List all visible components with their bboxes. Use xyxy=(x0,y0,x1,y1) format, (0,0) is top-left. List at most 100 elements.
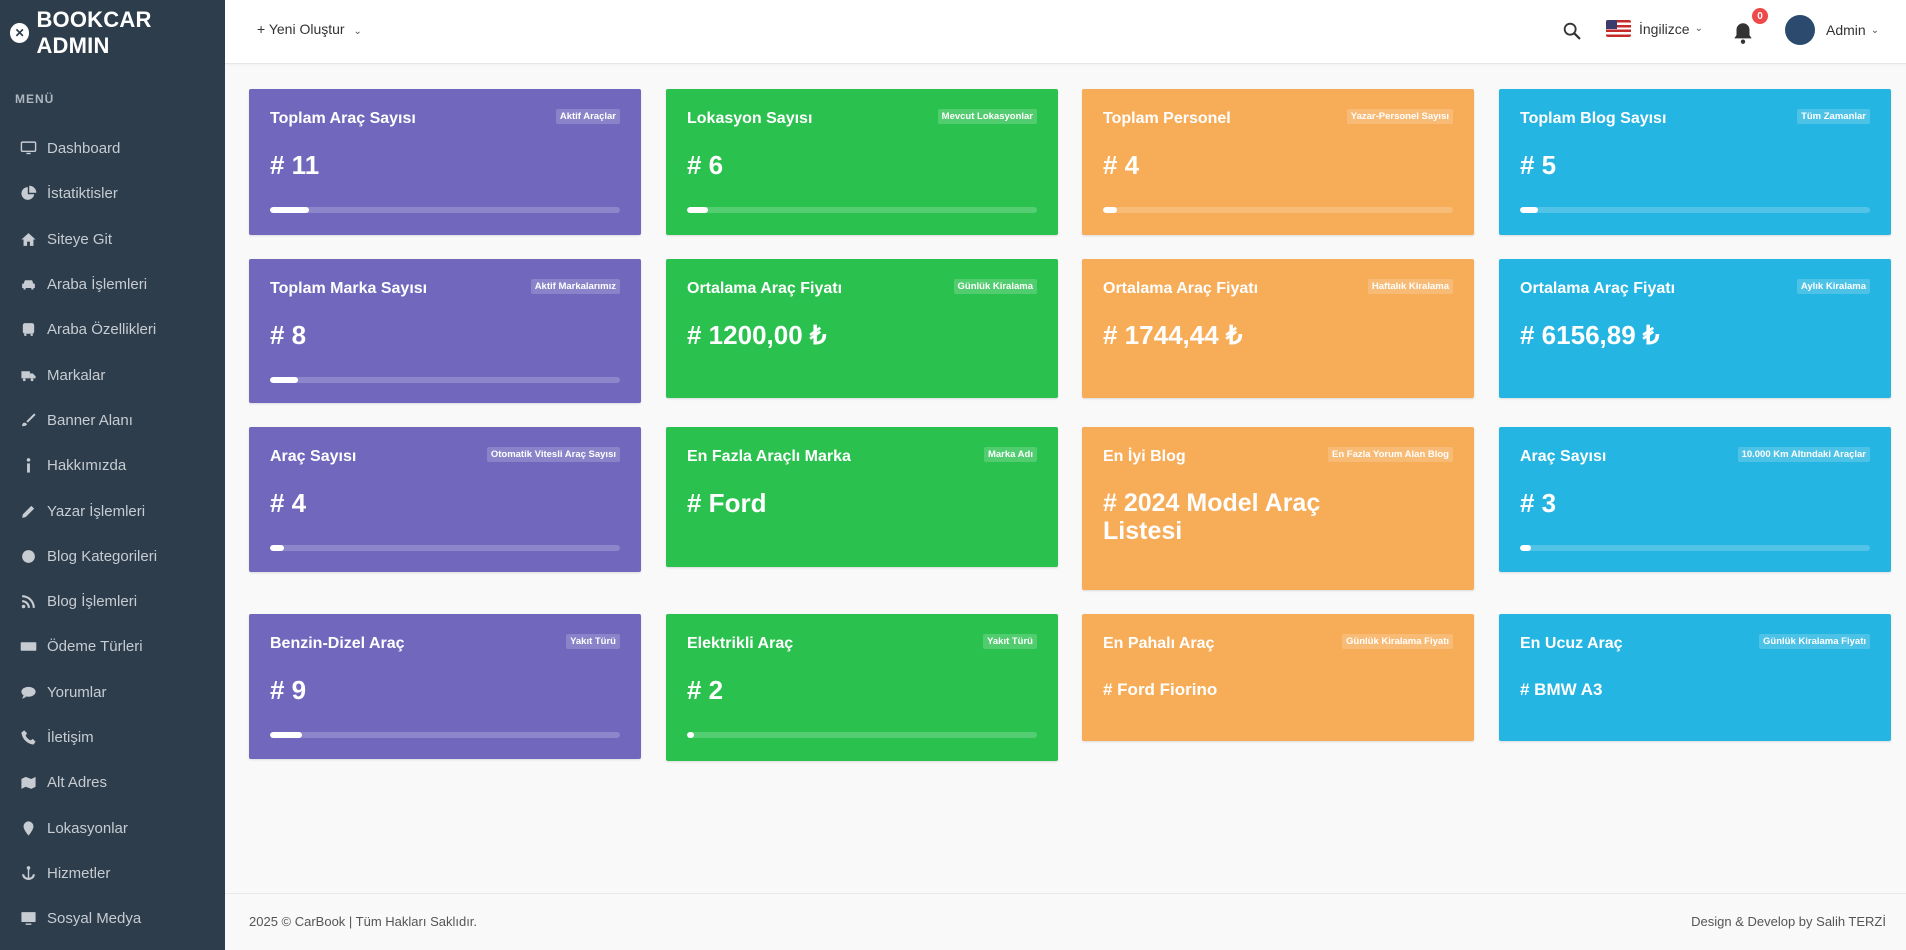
language-selector[interactable]: İngilizce ⌄ xyxy=(1606,20,1703,37)
sidebar-item-label: Araba İşlemleri xyxy=(47,276,148,294)
sidebar-item-dashboard[interactable]: Dashboard xyxy=(0,126,225,171)
card-progress-fill xyxy=(1103,207,1117,213)
card-progress-bar xyxy=(687,207,1037,213)
sidebar-item-sosyal-medya[interactable]: Sosyal Medya xyxy=(0,896,225,941)
sidebar-item-araba-i̇şlemleri[interactable]: Araba İşlemleri xyxy=(0,262,225,307)
card-badge: Günlük Kiralama Fiyatı xyxy=(1342,634,1453,649)
card-progress-bar xyxy=(270,732,620,738)
card-badge: Marka Adı xyxy=(983,447,1037,462)
card-value: # 2 xyxy=(687,675,724,705)
card-value: # 4 xyxy=(1103,150,1140,180)
sidebar-item-i̇letişim[interactable]: İletişim xyxy=(0,715,225,760)
sidebar: ✕ BOOKCAR ADMIN MENÜ Dashboard İstatiktis… xyxy=(0,0,225,950)
sidebar-item-ödeme-türleri[interactable]: Ödeme Türleri xyxy=(0,624,225,669)
sidebar-item-label: Hakkımızda xyxy=(47,457,127,475)
sidebar-item-alt-adres[interactable]: Alt Adres xyxy=(0,760,225,805)
card-title: En Ucuz Araç xyxy=(1520,635,1623,652)
card-value: # 2024 Model Araç Listesi xyxy=(1103,489,1321,545)
card-title: Toplam Marka Sayısı xyxy=(270,280,428,297)
sidebar-item-yazar-i̇şlemleri[interactable]: Yazar İşlemleri xyxy=(0,488,225,533)
stat-card: Elektrikli Araç Yakıt Türü # 2 xyxy=(666,614,1058,761)
stat-card: Ortalama Araç Fiyatı Aylık Kiralama # 6156… xyxy=(1499,259,1891,398)
sidebar-item-lokasyonlar[interactable]: Lokasyonlar xyxy=(0,805,225,850)
card-progress-fill xyxy=(270,545,284,551)
monitor-icon xyxy=(18,140,38,158)
us-flag-icon xyxy=(1606,20,1631,37)
feed-icon xyxy=(18,593,38,611)
sidebar-item-label: Blog İşlemleri xyxy=(47,593,138,611)
card-value: # 1744,44 ₺ xyxy=(1103,320,1243,350)
create-new-label: Yeni Oluştur xyxy=(268,21,345,37)
card-badge: 10.000 Km Altındaki Araçlar xyxy=(1737,447,1870,462)
card-progress-fill xyxy=(687,732,694,738)
sidebar-item-markalar[interactable]: Markalar xyxy=(0,352,225,397)
sidebar-item-banner-alanı[interactable]: Banner Alanı xyxy=(0,398,225,443)
footer-copyright: 2025 © CarBook | Tüm Hakları Saklıdır. xyxy=(249,914,478,929)
card-title: Toplam Personel xyxy=(1103,110,1231,127)
bell-icon[interactable] xyxy=(1730,20,1756,46)
avatar xyxy=(1785,15,1815,45)
card-value: # 6156,89 ₺ xyxy=(1520,320,1660,350)
stat-card: Toplam Araç Sayısı Aktif Araçlar # 11 xyxy=(249,89,641,235)
sidebar-item-label: Markalar xyxy=(47,366,106,384)
sidebar-item-blog-i̇şlemleri[interactable]: Blog İşlemleri xyxy=(0,579,225,624)
card-progress-fill xyxy=(270,377,298,383)
menu-title: MENÜ xyxy=(15,92,55,106)
search-icon[interactable] xyxy=(1561,20,1583,42)
pencil-icon xyxy=(18,502,38,520)
card-value: # 5 xyxy=(1520,150,1557,180)
info-icon xyxy=(18,457,38,475)
stat-card: En Fazla Araçlı Marka Marka Adı # Ford xyxy=(666,427,1058,567)
stat-card: Toplam Blog Sayısı Tüm Zamanlar # 5 xyxy=(1499,89,1891,235)
card-title: En Fazla Araçlı Marka xyxy=(687,448,851,465)
card-progress-fill xyxy=(1520,207,1538,213)
sidebar-item-i̇statiktisler[interactable]: İstatiktisler xyxy=(0,171,225,216)
sidebar-item-label: İstatiktisler xyxy=(47,185,118,203)
sidebar-item-araba-özellikleri[interactable]: Araba Özellikleri xyxy=(0,307,225,352)
card-progress-bar xyxy=(1520,545,1870,551)
desktop-icon xyxy=(18,910,38,928)
stat-card: Ortalama Araç Fiyatı Haftalık Kiralama # 1… xyxy=(1082,259,1474,398)
pie-chart-icon xyxy=(18,185,38,203)
sidebar-item-label: İletişim xyxy=(47,729,94,746)
create-new-dropdown[interactable]: + Yeni Oluştur ⌄ xyxy=(257,21,362,37)
anchor-icon xyxy=(18,864,38,882)
stat-card: En İyi Blog En Fazla Yorum Alan Blog # 202… xyxy=(1082,427,1474,590)
sidebar-item-yorumlar[interactable]: Yorumlar xyxy=(0,670,225,715)
card-badge: Yakıt Türü xyxy=(566,634,620,649)
stat-card: En Pahalı Araç Günlük Kiralama Fiyatı # Fo… xyxy=(1082,614,1474,741)
sidebar-item-hizmetler[interactable]: Hizmetler xyxy=(0,851,225,896)
sidebar-item-label: Blog Kategorileri xyxy=(47,547,158,565)
stat-card: Lokasyon Sayısı Mevcut Lokasyonlar # 6 xyxy=(666,89,1058,235)
card-badge: Aylık Kiralama xyxy=(1796,279,1870,294)
chevron-down-icon: ⌄ xyxy=(1870,24,1880,36)
card-title: Toplam Blog Sayısı xyxy=(1520,110,1667,127)
footer: 2025 © CarBook | Tüm Hakları Saklıdır. D… xyxy=(225,893,1906,950)
brand-logo-icon: ✕ xyxy=(10,23,30,43)
stat-card: Toplam Marka Sayısı Aktif Markalarımız # 8 xyxy=(249,259,641,403)
card-badge: Aktif Markalarımız xyxy=(530,279,620,294)
card-progress-bar xyxy=(687,732,1037,738)
card-badge: Mevcut Lokasyonlar xyxy=(937,109,1037,124)
comment-icon xyxy=(18,683,38,701)
gear-icon xyxy=(18,547,38,565)
card-badge: Günlük Kiralama Fiyatı xyxy=(1759,634,1870,649)
card-value: # Ford Fiorino xyxy=(1103,680,1218,699)
sidebar-item-siteye-git[interactable]: Siteye Git xyxy=(0,217,225,262)
card-progress-fill xyxy=(687,207,708,213)
card-value: # 11 xyxy=(270,150,320,180)
stat-card: Benzin-Dizel Araç Yakıt Türü # 9 xyxy=(249,614,641,759)
bus-icon xyxy=(18,321,38,339)
user-menu[interactable]: Admin ⌄ xyxy=(1785,15,1879,45)
sidebar-item-label: Alt Adres xyxy=(47,774,108,792)
money-icon xyxy=(18,638,38,656)
sidebar-menu: Dashboard İstatiktisler Siteye Git Araba İş… xyxy=(0,126,225,941)
sidebar-item-hakkımızda[interactable]: Hakkımızda xyxy=(0,443,225,488)
sidebar-item-label: Sosyal Medya xyxy=(47,910,142,928)
sidebar-item-label: Siteye Git xyxy=(47,230,113,248)
sidebar-item-blog-kategorileri[interactable]: Blog Kategorileri xyxy=(0,534,225,579)
card-badge: Aktif Araçlar xyxy=(555,109,620,124)
card-progress-bar xyxy=(270,207,620,213)
stat-card: Toplam Personel Yazar-Personel Sayısı # 4 xyxy=(1082,89,1474,235)
brand[interactable]: ✕ BOOKCAR ADMIN xyxy=(0,0,225,66)
